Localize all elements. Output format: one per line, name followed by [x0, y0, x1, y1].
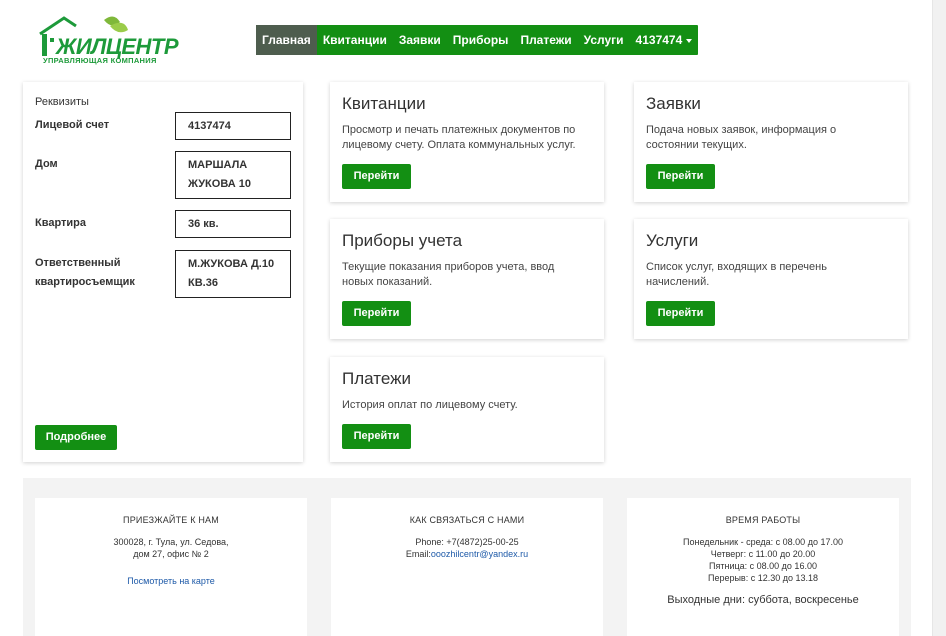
payments-go-button[interactable]: Перейти: [342, 424, 411, 449]
house-value-line2: ЖУКОВА 10: [188, 178, 251, 190]
flat-label: Квартира: [35, 217, 87, 229]
card-payments-title: Платежи: [342, 369, 411, 388]
meters-go-button[interactable]: Перейти: [342, 301, 411, 326]
card-requests: Заявки Подача новых заявок, информация о…: [634, 82, 908, 202]
card-receipts-desc: Просмотр и печать платежных документов п…: [342, 123, 592, 153]
nav-item-payments[interactable]: Платежи: [514, 25, 577, 55]
more-button[interactable]: Подробнее: [35, 425, 117, 450]
footer-hours-line2: Четверг: с 11.00 до 20.00: [710, 549, 816, 559]
card-meters-desc-line2: новых показаний.: [342, 276, 433, 288]
footer-email-link[interactable]: ooozhilcentr@yandex.ru: [431, 549, 528, 559]
nav-item-receipts[interactable]: Квитанции: [317, 25, 393, 55]
card-receipts: Квитанции Просмотр и печать платежных до…: [330, 82, 604, 202]
card-requests-desc-line1: Подача новых заявок, информация о: [646, 124, 837, 136]
receipts-go-button[interactable]: Перейти: [342, 164, 411, 189]
footer-email-label: Email:: [405, 549, 431, 559]
owner-value: М.ЖУКОВА Д.10 КВ.36: [175, 250, 291, 298]
footer: ПРИЕЗЖАЙТЕ К НАМ 300028, г. Тула, ул. Се…: [23, 478, 911, 636]
card-requests-desc: Подача новых заявок, информация о состоя…: [646, 123, 896, 153]
card-services: Услуги Список услуг, входящих в перечень…: [634, 219, 908, 339]
house-label: Дом: [35, 158, 58, 170]
card-receipts-desc-line2: лицевому счету. Оплата коммунальных услу…: [342, 139, 576, 151]
owner-label-line2: квартиросъемщик: [35, 276, 135, 288]
house-value: МАРШАЛА ЖУКОВА 10: [175, 151, 291, 199]
owner-label: Ответственный квартиросъемщик: [35, 254, 165, 292]
main-navbar: Главная Квитанции Заявки Приборы Платежи…: [256, 25, 699, 55]
requisites-title: Реквизиты: [35, 96, 89, 108]
footer-email-row: Email:ooozhilcentr@yandex.ru: [331, 548, 603, 560]
card-meters-desc-line1: Текущие показания приборов учета, ввод: [342, 261, 555, 273]
card-services-desc-line2: начислений.: [646, 276, 710, 288]
footer-hours-line4: Перерыв: с 12.30 до 13.18: [707, 573, 819, 583]
services-go-button[interactable]: Перейти: [646, 301, 715, 326]
nav-item-services[interactable]: Услуги: [578, 25, 630, 55]
requests-go-button[interactable]: Перейти: [646, 164, 715, 189]
card-payments-desc-line1: История оплат по лицевому счету.: [342, 399, 518, 411]
footer-contact-heading: КАК СВЯЗАТЬСЯ С НАМИ: [409, 515, 525, 525]
footer-map-link[interactable]: Посмотреть на карте: [35, 575, 307, 587]
card-meters-title: Приборы учета: [342, 231, 463, 250]
requisites-panel: Реквизиты Лицевой счет 4137474 Дом МАРША…: [23, 82, 303, 462]
nav-item-requests[interactable]: Заявки: [393, 25, 447, 55]
footer-contact-column: КАК СВЯЗАТЬСЯ С НАМИ Phone: +7(4872)25-0…: [331, 498, 603, 636]
company-logo[interactable]: ЖИЛЦЕНТР УПРАВЛЯЮЩАЯ КОМПАНИЯ: [36, 14, 179, 68]
page-scrollbar[interactable]: [932, 0, 946, 636]
footer-phone: Phone: +7(4872)25-00-25: [415, 537, 519, 547]
account-label: Лицевой счет: [35, 119, 110, 131]
owner-label-line1: Ответственный: [35, 257, 121, 269]
flat-value: 36 кв.: [175, 210, 291, 238]
nav-item-meters[interactable]: Приборы: [447, 25, 515, 55]
footer-address-line2: дом 27, офис № 2: [133, 549, 209, 559]
card-requests-desc-line2: состоянии текущих.: [646, 139, 747, 151]
card-meters: Приборы учета Текущие показания приборов…: [330, 219, 604, 339]
footer-hours-line1: Понедельник - среда: с 08.00 до 17.00: [683, 537, 843, 547]
card-services-desc-line1: Список услуг, входящих в перечень: [646, 261, 827, 273]
card-receipts-desc-line1: Просмотр и печать платежных документов п…: [342, 124, 576, 136]
card-services-title: Услуги: [646, 231, 699, 250]
footer-hours-heading: ВРЕМЯ РАБОТЫ: [725, 515, 801, 525]
account-number: 4137474: [635, 33, 683, 47]
card-meters-desc: Текущие показания приборов учета, ввод н…: [342, 260, 592, 290]
card-receipts-title: Квитанции: [342, 94, 426, 113]
nav-account-dropdown[interactable]: 4137474: [630, 25, 699, 55]
caret-down-icon: [686, 38, 693, 43]
footer-address-line1: 300028, г. Тула, ул. Седова,: [113, 537, 229, 547]
card-services-desc: Список услуг, входящих в перечень начисл…: [646, 260, 896, 290]
logo-subtitle: УПРАВЛЯЮЩАЯ КОМПАНИЯ: [43, 56, 157, 65]
footer-hours-line3: Пятница: с 08.00 до 16.00: [709, 561, 817, 571]
owner-value-line2: КВ.36: [188, 277, 218, 289]
nav-item-home[interactable]: Главная: [256, 25, 317, 55]
footer-weekend: Выходные дни: суббота, воскресенье: [667, 594, 859, 606]
account-value: 4137474: [175, 112, 291, 140]
card-payments: Платежи История оплат по лицевому счету.…: [330, 357, 604, 462]
footer-visit-column: ПРИЕЗЖАЙТЕ К НАМ 300028, г. Тула, ул. Се…: [35, 498, 307, 636]
card-requests-title: Заявки: [646, 94, 701, 113]
house-value-line1: МАРШАЛА: [188, 159, 248, 171]
footer-hours-column: ВРЕМЯ РАБОТЫ Понедельник - среда: с 08.0…: [627, 498, 899, 636]
owner-value-line1: М.ЖУКОВА Д.10: [188, 258, 275, 270]
footer-visit-heading: ПРИЕЗЖАЙТЕ К НАМ: [123, 515, 219, 525]
card-payments-desc: История оплат по лицевому счету.: [342, 398, 592, 413]
